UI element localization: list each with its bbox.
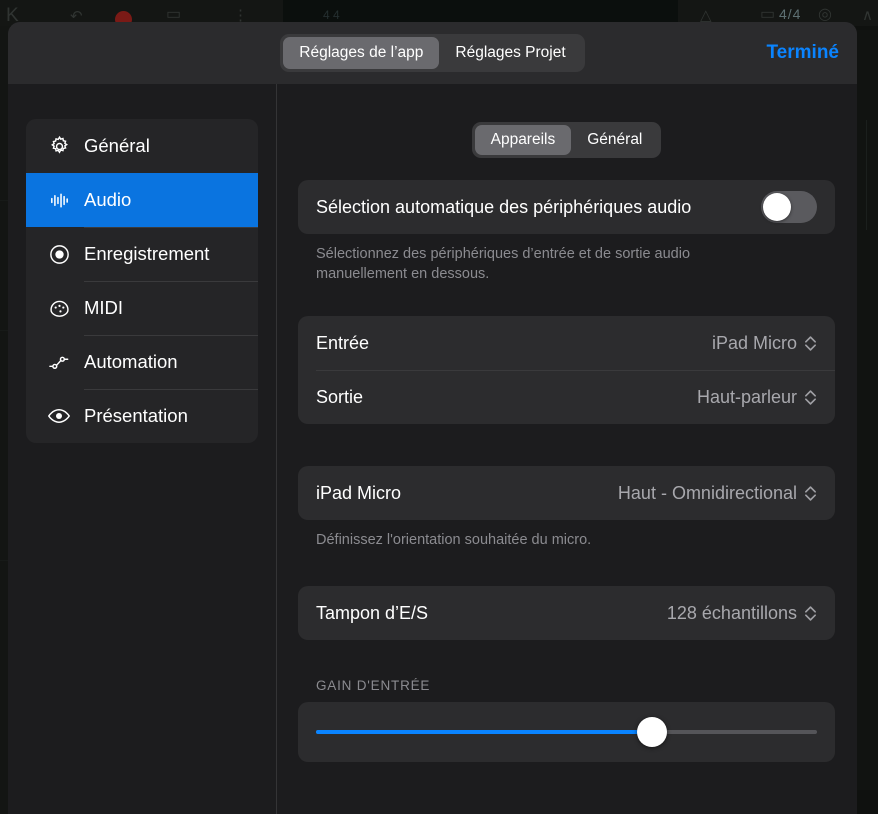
chevron-updown-icon: [804, 485, 817, 502]
record-circle-icon: [42, 243, 76, 266]
input-device-row[interactable]: Entrée iPad Micro: [298, 316, 835, 370]
io-buffer-value: 128 échantillons: [666, 602, 797, 623]
sidebar-item-audio[interactable]: Audio: [26, 173, 258, 227]
toggle-knob: [763, 193, 791, 222]
input-gain-slider[interactable]: [316, 717, 817, 748]
input-gain-slider-card: [298, 702, 835, 763]
background-mixer-icon: ⋮: [233, 7, 248, 24]
chevron-updown-icon: [804, 389, 817, 406]
background-help-icon: ∧: [862, 7, 873, 24]
io-buffer-row[interactable]: Tampon d’E/S 128 échantillons: [298, 586, 835, 640]
mic-orientation-label: iPad Micro: [316, 482, 402, 503]
output-device-value-wrap[interactable]: Haut-parleur: [697, 387, 817, 408]
background-display-icon: ▭: [760, 6, 776, 23]
sidebar: Général Audio Enregistrement MIDI Automa…: [8, 84, 276, 814]
modal-header: Réglages de l’app Réglages Projet Termin…: [8, 22, 857, 84]
sidebar-item-automation[interactable]: Automation: [26, 335, 258, 389]
auto-device-selection-toggle[interactable]: [761, 191, 817, 224]
background-track-line: [0, 330, 8, 331]
subtab-general[interactable]: Général: [571, 125, 658, 155]
midi-connector-icon: [42, 297, 76, 320]
settings-modal: Réglages de l’app Réglages Projet Termin…: [8, 22, 857, 814]
subtab-devices[interactable]: Appareils: [474, 125, 572, 156]
sidebar-item-midi[interactable]: MIDI: [26, 281, 258, 335]
mic-orientation-value: Haut - Omnidirectional: [617, 482, 797, 503]
input-device-label: Entrée: [316, 332, 370, 353]
gear-icon: [42, 135, 76, 158]
chevron-updown-icon: [804, 335, 817, 352]
sidebar-item-general[interactable]: Général: [26, 119, 258, 173]
input-gain-section: GAIN D'ENTRÉE: [298, 678, 835, 763]
tab-project-settings[interactable]: Réglages Projet: [439, 37, 581, 68]
sidebar-separator: [84, 335, 258, 336]
background-tracks-icon: ▭: [166, 6, 182, 23]
background-position-readout: 4 4: [323, 8, 340, 22]
input-gain-slider-thumb[interactable]: [636, 717, 667, 748]
input-gain-title: GAIN D'ENTRÉE: [316, 678, 431, 694]
sidebar-separator: [84, 227, 258, 228]
automation-curve-icon: [42, 351, 76, 374]
sidebar-item-presentation[interactable]: Présentation: [26, 389, 258, 443]
background-divider: [866, 120, 867, 230]
output-device-label: Sortie: [316, 386, 364, 407]
io-buffer-card: Tampon d’E/S 128 échantillons: [298, 586, 835, 641]
background-track-line: [0, 560, 8, 561]
sidebar-item-label: Enregistrement: [84, 243, 210, 264]
io-buffer-value-wrap[interactable]: 128 échantillons: [667, 603, 817, 624]
sidebar-item-label: Audio: [84, 189, 132, 210]
input-device-value-wrap[interactable]: iPad Micro: [712, 333, 817, 354]
output-device-row[interactable]: Sortie Haut-parleur: [298, 370, 835, 424]
input-device-value: iPad Micro: [711, 332, 797, 353]
auto-device-selection-label: Sélection automatique des périphériques …: [316, 196, 692, 217]
background-track-line: [0, 200, 8, 201]
subtab-bar: Appareils Général: [298, 122, 835, 159]
tab-app-settings[interactable]: Réglages de l’app: [283, 37, 440, 69]
input-gain-slider-fill: [316, 730, 652, 735]
mic-orientation-value-wrap[interactable]: Haut - Omnidirectional: [618, 483, 817, 504]
waveform-icon: [42, 189, 76, 212]
output-device-value: Haut-parleur: [696, 386, 797, 407]
done-button[interactable]: Terminé: [766, 42, 839, 64]
io-buffer-label: Tampon d’E/S: [316, 602, 429, 623]
sidebar-item-recording[interactable]: Enregistrement: [26, 227, 258, 281]
eye-icon: [42, 404, 76, 428]
sidebar-content-divider: [276, 84, 277, 814]
sidebar-separator: [84, 389, 258, 390]
mic-orientation-row[interactable]: iPad Micro Haut - Omnidirectional: [298, 466, 835, 520]
sidebar-item-label: Présentation: [84, 405, 188, 426]
audio-section-segmented-control[interactable]: Appareils Général: [471, 122, 662, 159]
background-time-signature: 4/4: [779, 6, 802, 22]
auto-device-selection-footnote: Sélectionnez des périphériques d’entrée …: [316, 246, 691, 283]
background-metronome-icon: △: [700, 7, 712, 24]
devices-card: Entrée iPad Micro Sortie Haut-parleur: [298, 316, 835, 425]
content-pane: Appareils Général Sélection automatique …: [276, 84, 857, 814]
sidebar-item-label: Général: [84, 135, 150, 156]
mic-orientation-footnote: Définissez l'orientation souhaitée du mi…: [316, 532, 592, 549]
sidebar-item-label: Automation: [84, 351, 178, 372]
background-settings-icon: ◎: [818, 6, 832, 23]
chevron-updown-icon: [804, 605, 817, 622]
mic-orientation-card: iPad Micro Haut - Omnidirectional: [298, 466, 835, 521]
sidebar-item-label: MIDI: [84, 297, 124, 318]
modal-body: Général Audio Enregistrement MIDI Automa…: [8, 84, 857, 814]
sidebar-separator: [84, 281, 258, 282]
auto-device-selection-row[interactable]: Sélection automatique des périphériques …: [298, 180, 835, 234]
auto-device-selection-card: Sélection automatique des périphériques …: [298, 180, 835, 235]
settings-scope-segmented-control[interactable]: Réglages de l’app Réglages Projet: [280, 34, 585, 72]
sidebar-card: Général Audio Enregistrement MIDI Automa…: [26, 119, 258, 443]
